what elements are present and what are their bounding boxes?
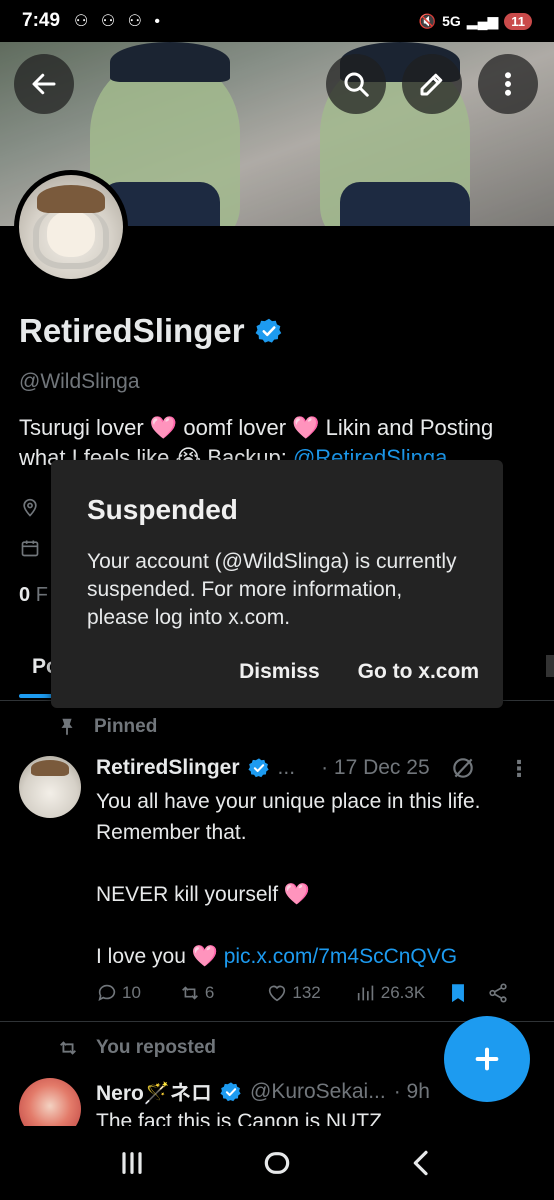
pinned-label: Pinned xyxy=(94,716,158,737)
like-count: 132 xyxy=(292,983,321,1002)
tweet-line: You all have your unique place in this l… xyxy=(96,790,481,813)
tweet-text: The fact this is Canon is NUTZ xyxy=(96,1110,382,1126)
tweet-text: You all have your unique place in this l… xyxy=(96,786,536,972)
profile-handle: @WildSlinga xyxy=(19,370,140,393)
views-button[interactable]: 26.3K xyxy=(355,982,425,1004)
tweet-author-name[interactable]: Nero🪄ネロ xyxy=(96,1077,212,1107)
following-number: 0 xyxy=(19,584,31,606)
tweet-avatar[interactable] xyxy=(19,756,81,818)
edit-button[interactable] xyxy=(402,54,462,114)
signal-icon: ▂▄▆ xyxy=(466,12,499,29)
dialog-title: Suspended xyxy=(87,494,238,525)
profile-bio: Tsurugi lover 🩷 oomf lover 🩷 Likin and P… xyxy=(19,413,539,465)
reply-icon xyxy=(98,984,116,1001)
search-button[interactable] xyxy=(326,54,386,114)
verified-badge-icon xyxy=(220,1082,241,1102)
repost-button[interactable]: 6 xyxy=(179,982,214,1004)
more-options-button[interactable] xyxy=(478,54,538,114)
dialog-actions: Dismiss Go to x.com xyxy=(239,660,479,684)
avatar-hat xyxy=(37,185,105,213)
tweet-actions: 10 6 132 26.3K xyxy=(96,982,536,1004)
back-nav-icon[interactable] xyxy=(406,1147,438,1179)
verified-badge-icon xyxy=(248,758,269,778)
repost-icon xyxy=(182,986,198,1000)
following-count[interactable]: 0 F xyxy=(19,584,48,607)
reply-count: 10 xyxy=(122,983,141,1002)
avatar-image xyxy=(19,175,123,279)
pin-icon xyxy=(61,718,73,736)
notification-icons: ⚇ ⚇ ⚇ • xyxy=(74,13,164,30)
more-vertical-icon xyxy=(505,72,512,96)
tweet-line: NEVER kill yourself 🩷 xyxy=(96,883,311,906)
goto-x-button[interactable]: Go to x.com xyxy=(358,660,479,684)
tweet-header: RetiredSlinger ... · 17 Dec 25 xyxy=(96,755,476,781)
repost-label: You reposted xyxy=(96,1037,216,1058)
tweet-date: · 17 Dec 25 xyxy=(321,756,430,779)
search-icon xyxy=(344,72,369,97)
plus-icon xyxy=(475,1047,499,1071)
tweet-more-icon[interactable]: ⋮ xyxy=(508,756,530,782)
avatar-face xyxy=(47,211,95,257)
pinned-indicator: Pinned xyxy=(56,716,157,738)
tweet-line: Remember that. xyxy=(96,821,247,844)
tab-overflow xyxy=(546,655,554,677)
profile-name: RetiredSlinger xyxy=(19,312,245,349)
system-nav-bar xyxy=(0,1126,554,1200)
suspended-dialog: Suspended Your account (@WildSlinga) is … xyxy=(51,460,503,708)
dismiss-button[interactable]: Dismiss xyxy=(239,660,320,684)
heart-icon xyxy=(269,985,286,1002)
profile-avatar[interactable] xyxy=(14,170,128,284)
reply-button[interactable]: 10 xyxy=(96,982,141,1004)
repost-icon xyxy=(60,1041,76,1055)
tweet-avatar-hat xyxy=(31,760,69,776)
grok-icon[interactable] xyxy=(450,755,476,781)
repost-indicator: You reposted xyxy=(56,1037,216,1059)
compose-button[interactable] xyxy=(444,1016,530,1102)
status-time: 7:49 xyxy=(22,10,61,31)
calendar-icon xyxy=(21,540,39,557)
tweet-line: I love you 🩷 pic.x.com/7m4ScCnQVG xyxy=(96,941,536,972)
verified-badge-icon xyxy=(255,318,281,343)
profile-name-row: RetiredSlinger xyxy=(19,312,283,350)
arrow-left-icon xyxy=(32,73,56,95)
back-button[interactable] xyxy=(14,54,74,114)
network-label: 5G xyxy=(442,13,461,29)
tweet-handle-ellipsis: ... xyxy=(277,756,296,779)
mute-icon: 🔇 xyxy=(418,12,437,29)
view-count: 26.3K xyxy=(380,983,426,1002)
tweet-media-link[interactable]: pic.x.com/7m4ScCnQVG xyxy=(224,945,457,968)
status-right: 🔇 5G ▂▄▆ 11 xyxy=(418,12,532,30)
battery-badge: 11 xyxy=(504,12,532,30)
following-label: F xyxy=(35,584,48,606)
dialog-body: Your account (@WildSlinga) is currently … xyxy=(87,550,457,629)
repost-count: 6 xyxy=(204,983,215,1002)
tweet-author-name[interactable]: RetiredSlinger xyxy=(96,756,240,780)
location-icon xyxy=(23,498,37,517)
recent-apps-icon[interactable] xyxy=(116,1147,148,1179)
views-icon xyxy=(357,985,374,1001)
tweet-time: · 9h xyxy=(393,1080,430,1103)
tweet-line-text: I love you 🩷 xyxy=(96,945,224,968)
status-bar: 7:49 ⚇ ⚇ ⚇ • 🔇 5G ▂▄▆ 11 xyxy=(0,0,554,42)
bookmark-icon[interactable] xyxy=(447,982,469,1004)
pencil-icon xyxy=(420,73,443,96)
tweet-header: Nero🪄ネロ @KuroSekai... · 9h xyxy=(96,1077,430,1107)
like-button[interactable]: 132 xyxy=(266,982,321,1004)
share-icon[interactable] xyxy=(487,982,509,1004)
home-icon[interactable] xyxy=(261,1147,293,1179)
tweet-handle: @KuroSekai... xyxy=(250,1080,386,1103)
